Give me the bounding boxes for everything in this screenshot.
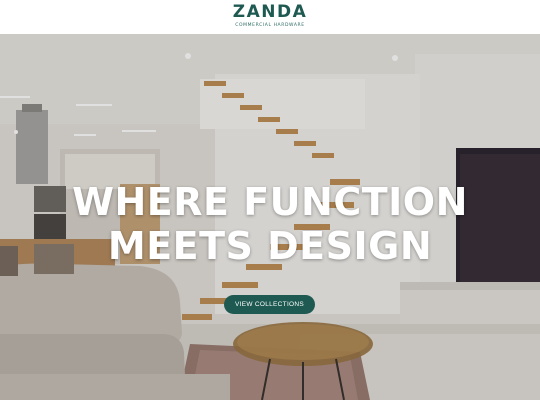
hero-headline-line-1: WHERE FUNCTION (72, 180, 468, 224)
hero-headline: WHERE FUNCTION MEETS DESIGN (0, 180, 540, 268)
brand-name: ZANDA (232, 2, 308, 22)
site-header: ZANDA COMMERCIAL HARDWARE (0, 0, 540, 34)
brand-tagline: COMMERCIAL HARDWARE (235, 23, 305, 28)
view-collections-button[interactable]: VIEW COLLECTIONS (224, 295, 315, 314)
hero-section: WHERE FUNCTION MEETS DESIGN VIEW COLLECT… (0, 34, 540, 400)
hero-headline-line-2: MEETS DESIGN (107, 224, 433, 268)
brand-logo-link[interactable]: ZANDA COMMERCIAL HARDWARE (0, 2, 540, 30)
